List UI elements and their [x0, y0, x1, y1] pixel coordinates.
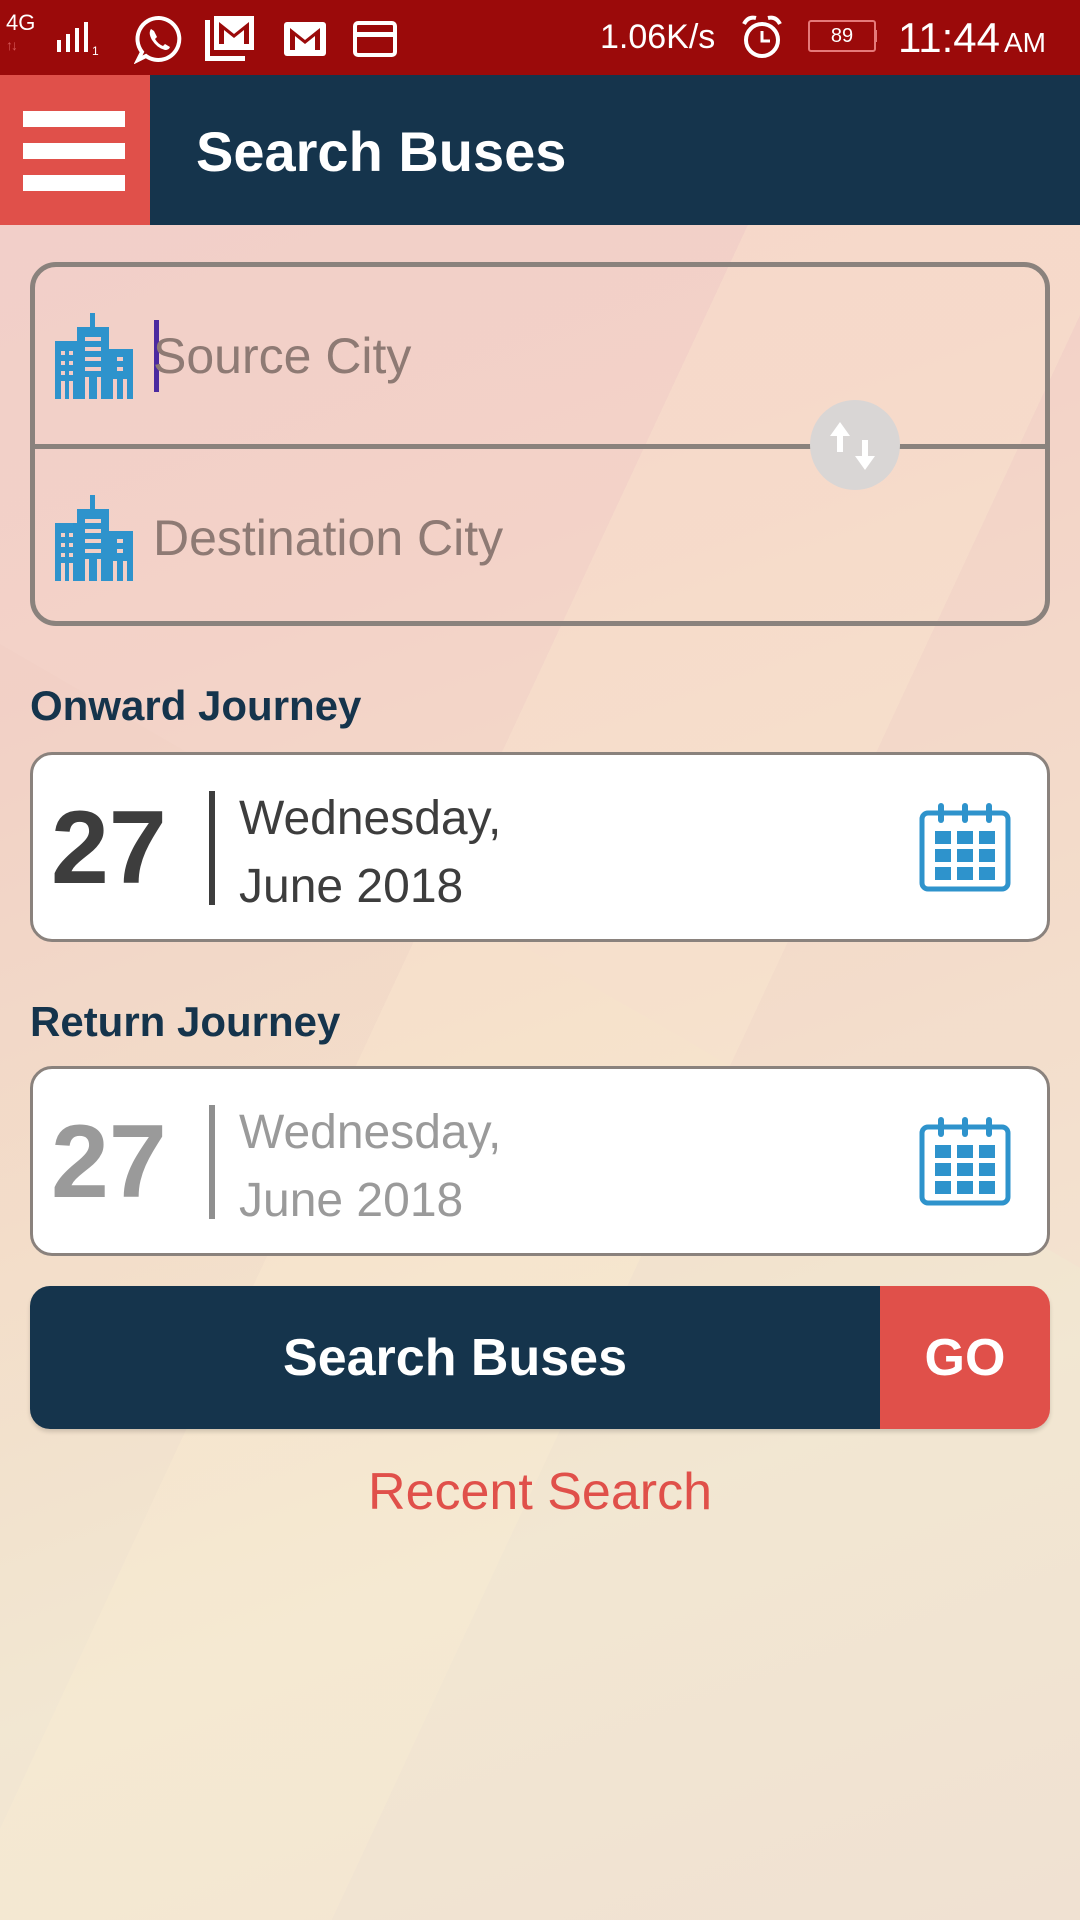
date-separator: [209, 791, 215, 905]
city-buildings-icon: [55, 312, 133, 399]
onward-journey-label: Onward Journey: [30, 682, 362, 729]
menu-button[interactable]: [0, 75, 150, 225]
app-bar: Search Buses: [0, 75, 1080, 225]
return-journey-label: Return Journey: [30, 998, 341, 1045]
clock-ampm: AM: [1004, 27, 1046, 58]
gmail-icon: [284, 22, 326, 56]
return-month-year: June 2018: [239, 1174, 464, 1227]
destination-city-input[interactable]: [153, 492, 793, 583]
network-speed: 1.06K/s: [600, 18, 716, 56]
calendar-icon[interactable]: [919, 1117, 1011, 1207]
clock: 11:44 AM: [898, 14, 1046, 62]
whatsapp-icon: [134, 15, 182, 64]
onward-weekday: Wednesday,: [239, 792, 502, 845]
return-day: 27: [51, 1104, 167, 1220]
onward-month-year: June 2018: [239, 860, 464, 913]
return-weekday: Wednesday,: [239, 1106, 502, 1159]
card-icon: [353, 21, 397, 57]
onward-day: 27: [51, 790, 167, 906]
date-separator: [209, 1105, 215, 1219]
recent-search-link[interactable]: Recent Search: [0, 1462, 1080, 1522]
onward-date-text: Wednesday, June 2018: [239, 785, 501, 921]
calendar-icon[interactable]: [919, 803, 1011, 893]
swap-cities-button[interactable]: [810, 400, 900, 490]
gmail-stack-icon: [205, 16, 254, 61]
hamburger-menu-icon-bar: [23, 175, 125, 191]
return-date-picker[interactable]: 27 Wednesday, June 2018: [30, 1066, 1050, 1256]
go-button[interactable]: GO: [880, 1286, 1050, 1429]
clock-time: 11:44: [898, 14, 1000, 61]
battery-level: 89: [830, 25, 854, 47]
search-button-group: Search Buses GO: [30, 1286, 1050, 1429]
city-buildings-icon: [55, 494, 133, 581]
svg-text:1: 1: [92, 44, 99, 56]
onward-date-picker[interactable]: 27 Wednesday, June 2018: [30, 752, 1050, 942]
hamburger-menu-icon-bar: [23, 143, 125, 159]
battery-indicator: 89: [808, 20, 877, 52]
swap-vertical-icon: [830, 422, 875, 470]
status-bar: 4G ↑↓ 1 1.06K/s 89 11:44 AM: [0, 0, 1080, 75]
page-title: Search Buses: [196, 120, 567, 183]
signal-strength-icon: 1: [57, 22, 99, 56]
return-date-text: Wednesday, June 2018: [239, 1099, 501, 1235]
source-city-input[interactable]: [153, 310, 793, 401]
data-arrows-icon: ↑↓: [6, 37, 18, 53]
network-type: 4G: [6, 10, 36, 35]
alarm-icon: [742, 15, 782, 58]
hamburger-menu-icon: [23, 111, 125, 127]
network-indicator: 4G ↑↓: [6, 12, 35, 56]
search-buses-button[interactable]: Search Buses: [30, 1286, 880, 1429]
